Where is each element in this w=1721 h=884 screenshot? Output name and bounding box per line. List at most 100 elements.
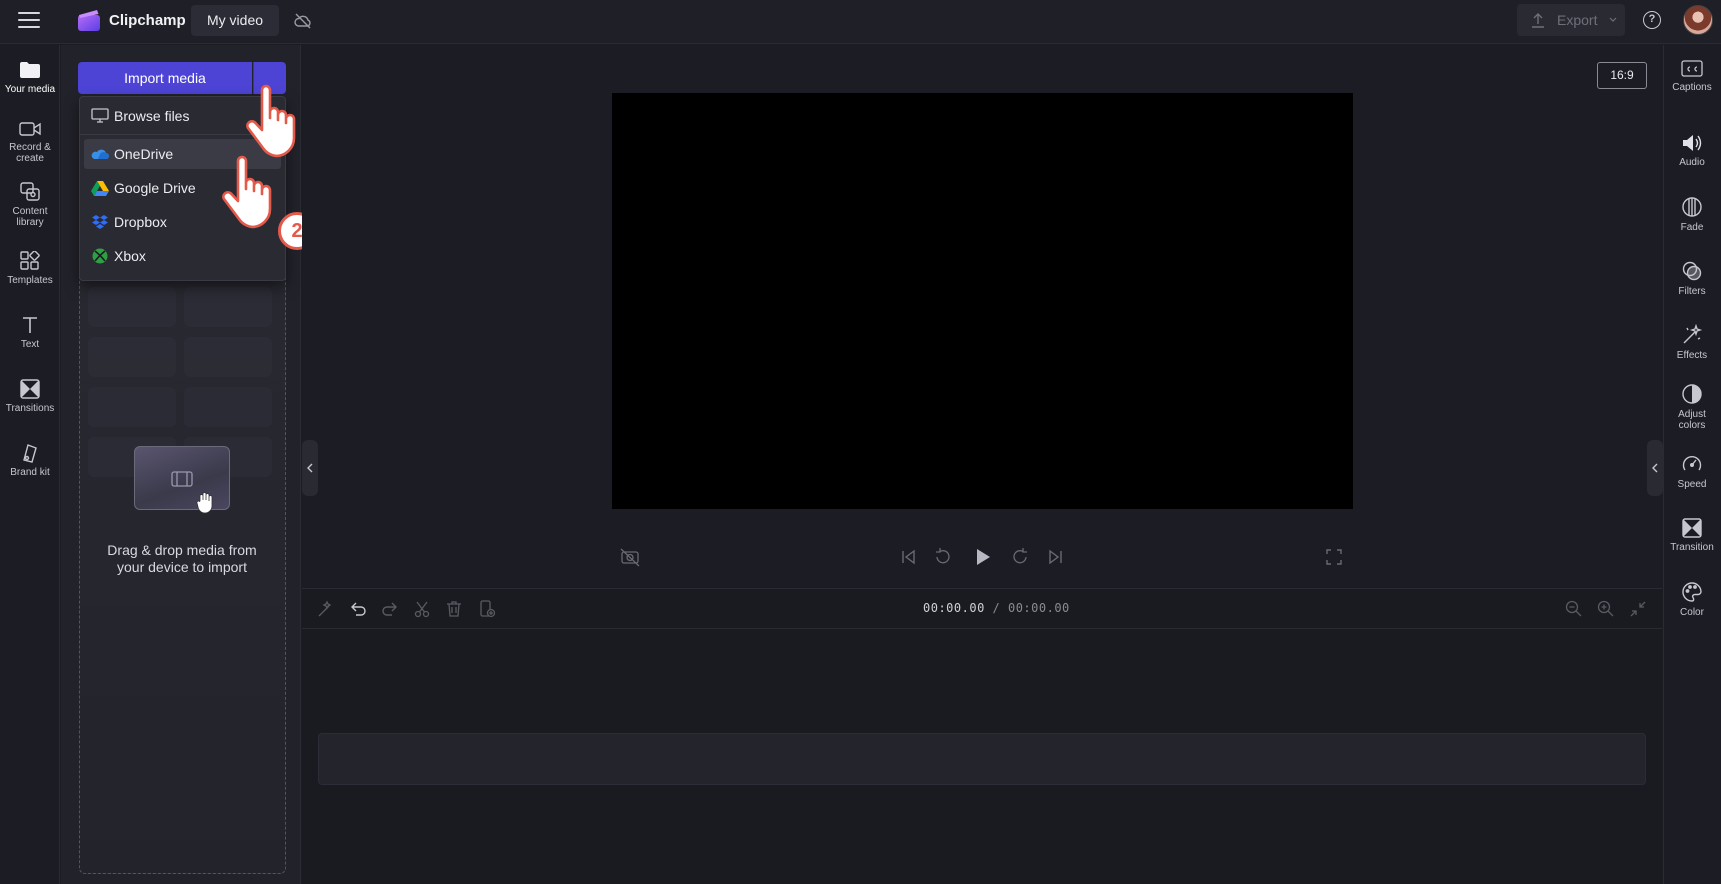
rail-item-speed[interactable]: Speed	[1663, 453, 1721, 490]
hamburger-menu-icon[interactable]	[18, 12, 40, 30]
rail-item-templates[interactable]: Templates	[0, 251, 60, 286]
help-icon[interactable]: ?	[1643, 11, 1661, 29]
folder-icon	[20, 62, 40, 78]
drop-text: Drag & drop media from your device to im…	[107, 542, 257, 575]
rail-item-captions[interactable]: Captions	[1663, 60, 1721, 93]
monitor-icon	[91, 108, 109, 123]
cloud-off-icon[interactable]	[293, 11, 313, 31]
avatar[interactable]	[1683, 5, 1713, 35]
audio-icon	[1683, 135, 1702, 151]
skip-forward-icon[interactable]	[1045, 546, 1067, 568]
rail-label: Effects	[1676, 350, 1708, 361]
grab-hand-icon	[196, 492, 213, 514]
trash-icon[interactable]	[444, 599, 464, 619]
film-icon	[171, 471, 193, 487]
filters-icon	[1682, 261, 1702, 281]
menu-item-xbox[interactable]: Xbox	[84, 241, 281, 271]
rail-label: Speed	[1677, 479, 1707, 490]
top-bar: Clipchamp My video Export ?	[0, 0, 1721, 44]
rail-item-content-library[interactable]: Content library	[0, 182, 60, 228]
zoom-in-icon[interactable]	[1596, 599, 1616, 619]
rail-label: Adjust colors	[1678, 409, 1706, 431]
library-icon	[20, 182, 40, 201]
redo-icon[interactable]	[380, 599, 400, 619]
skip-back-icon[interactable]	[897, 546, 919, 568]
rail-label: Transition	[1670, 542, 1714, 553]
timecode: 00:00.00 / 00:00.00	[923, 601, 1070, 615]
rail-item-brand-kit[interactable]: Brand kit	[0, 443, 60, 478]
menu-item-label: Google Drive	[114, 180, 196, 196]
xbox-icon	[92, 248, 108, 264]
rail-label: Record & create	[9, 142, 51, 164]
captions-icon	[1681, 60, 1703, 77]
aspect-ratio-button[interactable]: 16:9	[1597, 62, 1647, 89]
rail-item-text[interactable]: Text	[0, 315, 60, 350]
menu-item-label: Dropbox	[114, 214, 167, 230]
collapse-right-panel-handle[interactable]	[1647, 440, 1663, 496]
rail-item-audio[interactable]: Audio	[1663, 133, 1721, 168]
menu-item-label: OneDrive	[114, 146, 174, 162]
dropbox-icon	[92, 215, 108, 229]
snapshot-off-icon[interactable]	[619, 546, 641, 568]
rail-label: Fade	[1680, 222, 1704, 233]
fit-to-screen-icon[interactable]	[1628, 599, 1648, 619]
rail-label: Templates	[7, 275, 53, 286]
rail-item-adjust-colors[interactable]: Adjust colors	[1663, 383, 1721, 431]
chevron-left-icon	[307, 463, 313, 473]
menu-item-label: Browse files	[114, 108, 190, 124]
forward-5-icon[interactable]	[1009, 546, 1031, 568]
rail-item-fade[interactable]: Fade	[1663, 196, 1721, 233]
rail-item-your-media[interactable]: Your media	[0, 60, 60, 95]
collapse-left-panel-handle[interactable]	[302, 440, 318, 496]
transitions-icon	[20, 379, 40, 399]
effects-icon	[1683, 324, 1703, 344]
undo-icon[interactable]	[348, 599, 368, 619]
brand-name: Clipchamp	[109, 12, 186, 29]
menu-item-label: Xbox	[114, 248, 146, 264]
rewind-5-icon[interactable]	[932, 546, 954, 568]
timeline-track[interactable]	[318, 733, 1646, 785]
rail-label: Audio	[1679, 157, 1705, 168]
magic-sparkle-icon[interactable]	[316, 599, 336, 619]
zoom-out-icon[interactable]	[1564, 599, 1584, 619]
import-media-button[interactable]: Import media	[78, 62, 252, 94]
video-title[interactable]: My video	[191, 5, 280, 36]
transition-icon	[1682, 518, 1702, 538]
clipchamp-logo	[78, 10, 100, 31]
time-separator: /	[984, 601, 1008, 615]
rail-item-filters[interactable]: Filters	[1663, 260, 1721, 297]
camera-icon	[19, 122, 41, 136]
scissors-icon[interactable]	[412, 599, 432, 619]
rail-item-transitions[interactable]: Transitions	[0, 379, 60, 414]
fullscreen-icon[interactable]	[1323, 546, 1345, 568]
rail-item-color[interactable]: Color	[1663, 581, 1721, 618]
google-drive-icon	[91, 181, 109, 196]
play-icon[interactable]	[971, 546, 993, 568]
rail-item-effects[interactable]: Effects	[1663, 324, 1721, 361]
text-icon	[23, 317, 37, 333]
add-to-timeline-icon[interactable]	[477, 599, 497, 619]
chevron-down-icon	[1609, 17, 1617, 22]
upload-icon	[1532, 13, 1544, 28]
onedrive-icon	[91, 149, 109, 159]
fade-icon	[1682, 197, 1702, 217]
speed-icon	[1682, 455, 1702, 471]
video-canvas[interactable]	[612, 93, 1353, 509]
brand-kit-icon	[23, 444, 37, 463]
current-time: 00:00.00	[923, 601, 985, 615]
pointer-hand-icon	[222, 155, 272, 229]
rail-item-record-create[interactable]: Record & create	[0, 120, 60, 164]
rail-label: Your media	[4, 84, 56, 95]
export-label: Export	[1557, 12, 1598, 28]
rail-item-transition[interactable]: Transition	[1663, 518, 1721, 553]
rail-label: Filters	[1678, 286, 1706, 297]
total-time: 00:00.00	[1007, 601, 1070, 615]
templates-icon	[20, 251, 40, 270]
rail-label: Brand kit	[10, 467, 50, 478]
rail-label: Text	[20, 339, 40, 350]
export-button[interactable]: Export	[1517, 4, 1625, 36]
drop-illustration	[134, 446, 230, 514]
rail-label: Content library	[12, 206, 48, 228]
rail-label: Transitions	[5, 403, 55, 414]
chevron-left-icon	[1652, 463, 1658, 473]
